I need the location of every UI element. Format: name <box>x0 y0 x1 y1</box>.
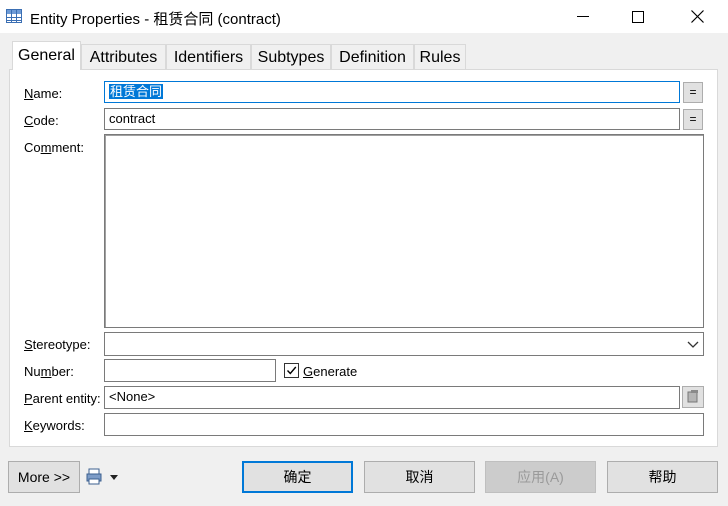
close-icon <box>690 10 704 23</box>
apply-button[interactable]: 应用(A) <box>485 461 596 493</box>
parent-entity-label: Parent entity: <box>24 391 101 406</box>
ok-button[interactable]: 确定 <box>242 461 353 493</box>
parent-entity-browse-button[interactable] <box>682 386 704 408</box>
keywords-input[interactable] <box>104 413 704 436</box>
parent-entity-input[interactable]: <None> <box>104 386 680 409</box>
stereotype-select[interactable] <box>104 332 704 356</box>
number-label: Number: <box>24 364 74 379</box>
tab-definition[interactable]: Definition <box>331 44 414 71</box>
close-button[interactable] <box>674 0 720 33</box>
checkmark-icon <box>286 366 297 375</box>
chevron-down-icon <box>687 341 699 348</box>
comment-textarea[interactable] <box>104 134 704 328</box>
maximize-button[interactable] <box>615 0 661 33</box>
properties-icon <box>687 390 698 403</box>
minimize-icon <box>577 15 589 17</box>
tab-general[interactable]: General <box>12 41 81 70</box>
generate-label[interactable]: Generate <box>303 364 357 379</box>
tab-attributes[interactable]: Attributes <box>81 44 166 71</box>
code-label: Code: <box>24 113 59 128</box>
name-label: Name: <box>24 86 63 101</box>
tab-subtypes[interactable]: Subtypes <box>251 44 331 71</box>
print-dropdown-button[interactable] <box>86 466 122 488</box>
minimize-button[interactable] <box>560 0 606 33</box>
maximize-icon <box>632 10 644 23</box>
keywords-label: Keywords: <box>24 418 85 433</box>
help-button[interactable]: 帮助 <box>607 461 718 493</box>
title-bar: Entity Properties - 租赁合同 (contract) <box>0 0 728 33</box>
name-input[interactable]: 租赁合同 <box>104 81 680 103</box>
more-button[interactable]: More >> <box>8 461 80 493</box>
cancel-button[interactable]: 取消 <box>364 461 475 493</box>
code-equals-button[interactable]: = <box>683 109 703 130</box>
code-input[interactable]: contract <box>104 108 680 130</box>
tab-identifiers[interactable]: Identifiers <box>166 44 251 71</box>
comment-label: Comment: <box>24 140 84 155</box>
printer-icon <box>86 468 118 485</box>
table-icon <box>6 9 22 23</box>
generate-checkbox[interactable] <box>284 363 299 378</box>
window-title: Entity Properties - 租赁合同 (contract) <box>30 11 281 28</box>
stereotype-label: Stereotype: <box>24 337 91 352</box>
number-input[interactable] <box>104 359 276 382</box>
name-equals-button[interactable]: = <box>683 82 703 103</box>
tab-rules[interactable]: Rules <box>414 44 466 71</box>
